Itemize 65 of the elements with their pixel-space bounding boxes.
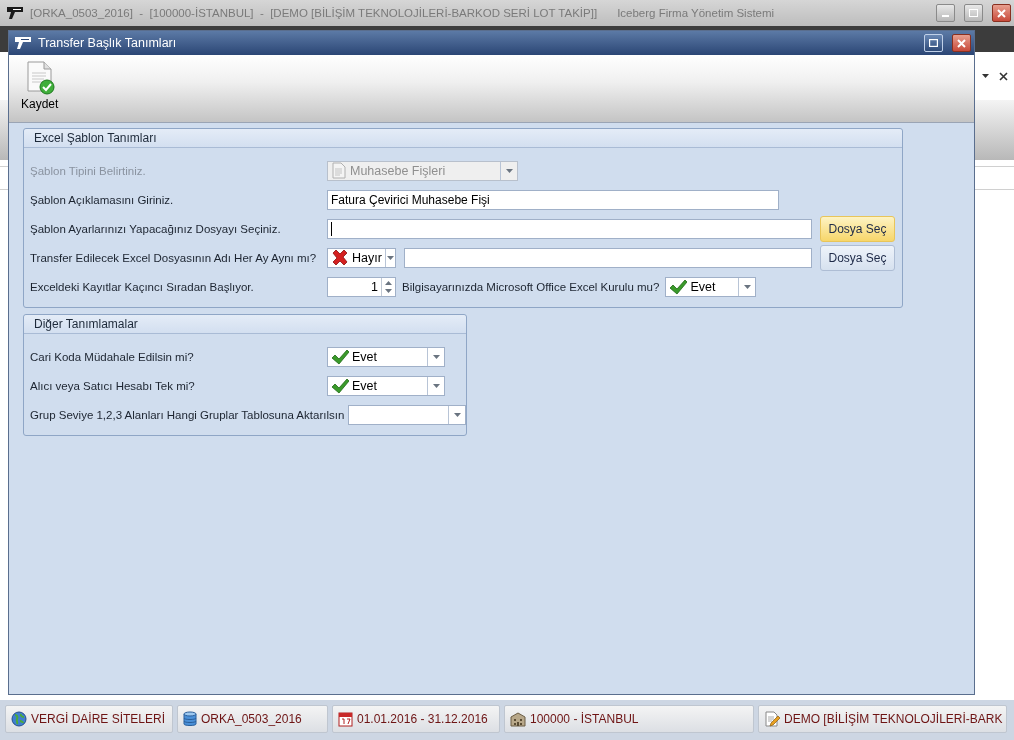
- checkmark-icon: [331, 348, 349, 365]
- building-icon: [510, 711, 526, 727]
- globe-icon: [11, 711, 27, 727]
- field-label: Exceldeki Kayıtlar Kaçıncı Sıradan Başlıyor.: [30, 280, 255, 293]
- dialog-title: Transfer Başlık Tanımları: [38, 36, 177, 50]
- checkmark-icon: [331, 377, 349, 394]
- text-field[interactable]: Fatura Çevirici Muhasebe Fişi: [327, 189, 779, 210]
- calendar-icon: [338, 711, 353, 727]
- status-panel[interactable]: 100000 - İSTANBUL: [504, 705, 754, 733]
- field-label: Cari Koda Müdahale Edilsin mi?: [30, 350, 195, 363]
- spin-arrows-icon[interactable]: [385, 280, 392, 293]
- file-select-button[interactable]: Dosya Seç: [820, 244, 895, 271]
- field-label: Alıcı veya Satıcı Hesabı Tek mi?: [30, 379, 196, 392]
- window-title: [ORKA_0503_2016] - [100000-İSTANBUL] - [DEMO [BİLİŞİM TEKNOLOJİLERİ-BARKOD SERİ LOT TAKİP]]: [30, 7, 598, 19]
- text-field[interactable]: [327, 218, 812, 239]
- status-text: ORKA_0503_2016: [201, 712, 302, 726]
- file-select-button[interactable]: Dosya Seç: [820, 215, 895, 242]
- status-panel[interactable]: ORKA_0503_2016: [177, 705, 328, 733]
- field-label: Şablon Açıklamasını Giriniz.: [30, 193, 175, 206]
- dropdown-field[interactable]: [348, 404, 467, 425]
- caret-icon: [453, 412, 461, 417]
- save-button[interactable]: Kaydet: [17, 59, 63, 113]
- status-panel[interactable]: VERGİ DAİRE SİTELERİ: [5, 705, 173, 733]
- caret-icon: [432, 354, 440, 359]
- dropdown-field[interactable]: Evet: [327, 375, 445, 396]
- close-icon: [997, 8, 1006, 18]
- maximize-button[interactable]: [924, 34, 943, 52]
- minimize-button[interactable]: [936, 4, 955, 22]
- document-icon: [331, 162, 347, 179]
- maximize-icon: [929, 39, 938, 47]
- field-label: Grup Seviye 1,2,3 Alanları Hangi Gruplar Tablosuna Aktarılsın: [30, 408, 346, 421]
- dropdown-field[interactable]: Evet: [327, 346, 445, 367]
- close-button[interactable]: [992, 4, 1011, 22]
- number-spinner[interactable]: 1: [327, 276, 396, 297]
- status-text: 01.01.2016 - 31.12.2016: [357, 712, 488, 726]
- group-header: Diğer Tanımlamalar: [24, 315, 467, 334]
- close-icon[interactable]: [999, 71, 1008, 81]
- maximize-icon: [969, 9, 978, 17]
- app-logo-icon: [6, 6, 24, 20]
- field-label: Bilgisayarınızda Microsoft Office Excel Kurulu mu?: [402, 280, 660, 293]
- field-label: Şablon Tipini Belirtiniz.: [30, 164, 147, 177]
- cross-icon: [331, 249, 349, 266]
- group-header: Excel Şablon Tanımları: [24, 129, 902, 148]
- caret-icon: [386, 255, 394, 260]
- database-icon: [183, 711, 197, 727]
- status-text: VERGİ DAİRE SİTELERİ: [31, 712, 166, 726]
- field-label: Transfer Edilecek Excel Dosyasının Adı Her Ay Aynı mı?: [30, 251, 318, 264]
- status-text: DEMO [BİLİŞİM TEKNOLOJİLERİ-BARK: [784, 712, 1003, 726]
- close-button[interactable]: [952, 34, 971, 52]
- field-label: Şablon Ayarlarınızı Yapacağınız Dosyayı Seçiniz.: [30, 222, 282, 235]
- caret-icon: [505, 168, 513, 173]
- close-icon: [957, 38, 966, 48]
- status-panel[interactable]: DEMO [BİLİŞİM TEKNOLOJİLERİ-BARK: [758, 705, 1007, 733]
- app-name: Iceberg Firma Yönetim Sistemi: [617, 7, 775, 19]
- caret-icon: [743, 284, 751, 289]
- caret-icon[interactable]: [982, 74, 989, 78]
- document-pencil-icon: [764, 711, 780, 727]
- status-panel[interactable]: 01.01.2016 - 31.12.2016: [332, 705, 500, 733]
- text-field[interactable]: [404, 247, 812, 268]
- status-text: 100000 - İSTANBUL: [530, 712, 639, 726]
- dropdown-field[interactable]: Evet: [665, 276, 757, 297]
- app-logo-icon: [14, 36, 32, 50]
- caret-icon: [432, 383, 440, 388]
- checkmark-icon: [669, 278, 688, 295]
- dropdown-field[interactable]: Hayır: [327, 247, 396, 268]
